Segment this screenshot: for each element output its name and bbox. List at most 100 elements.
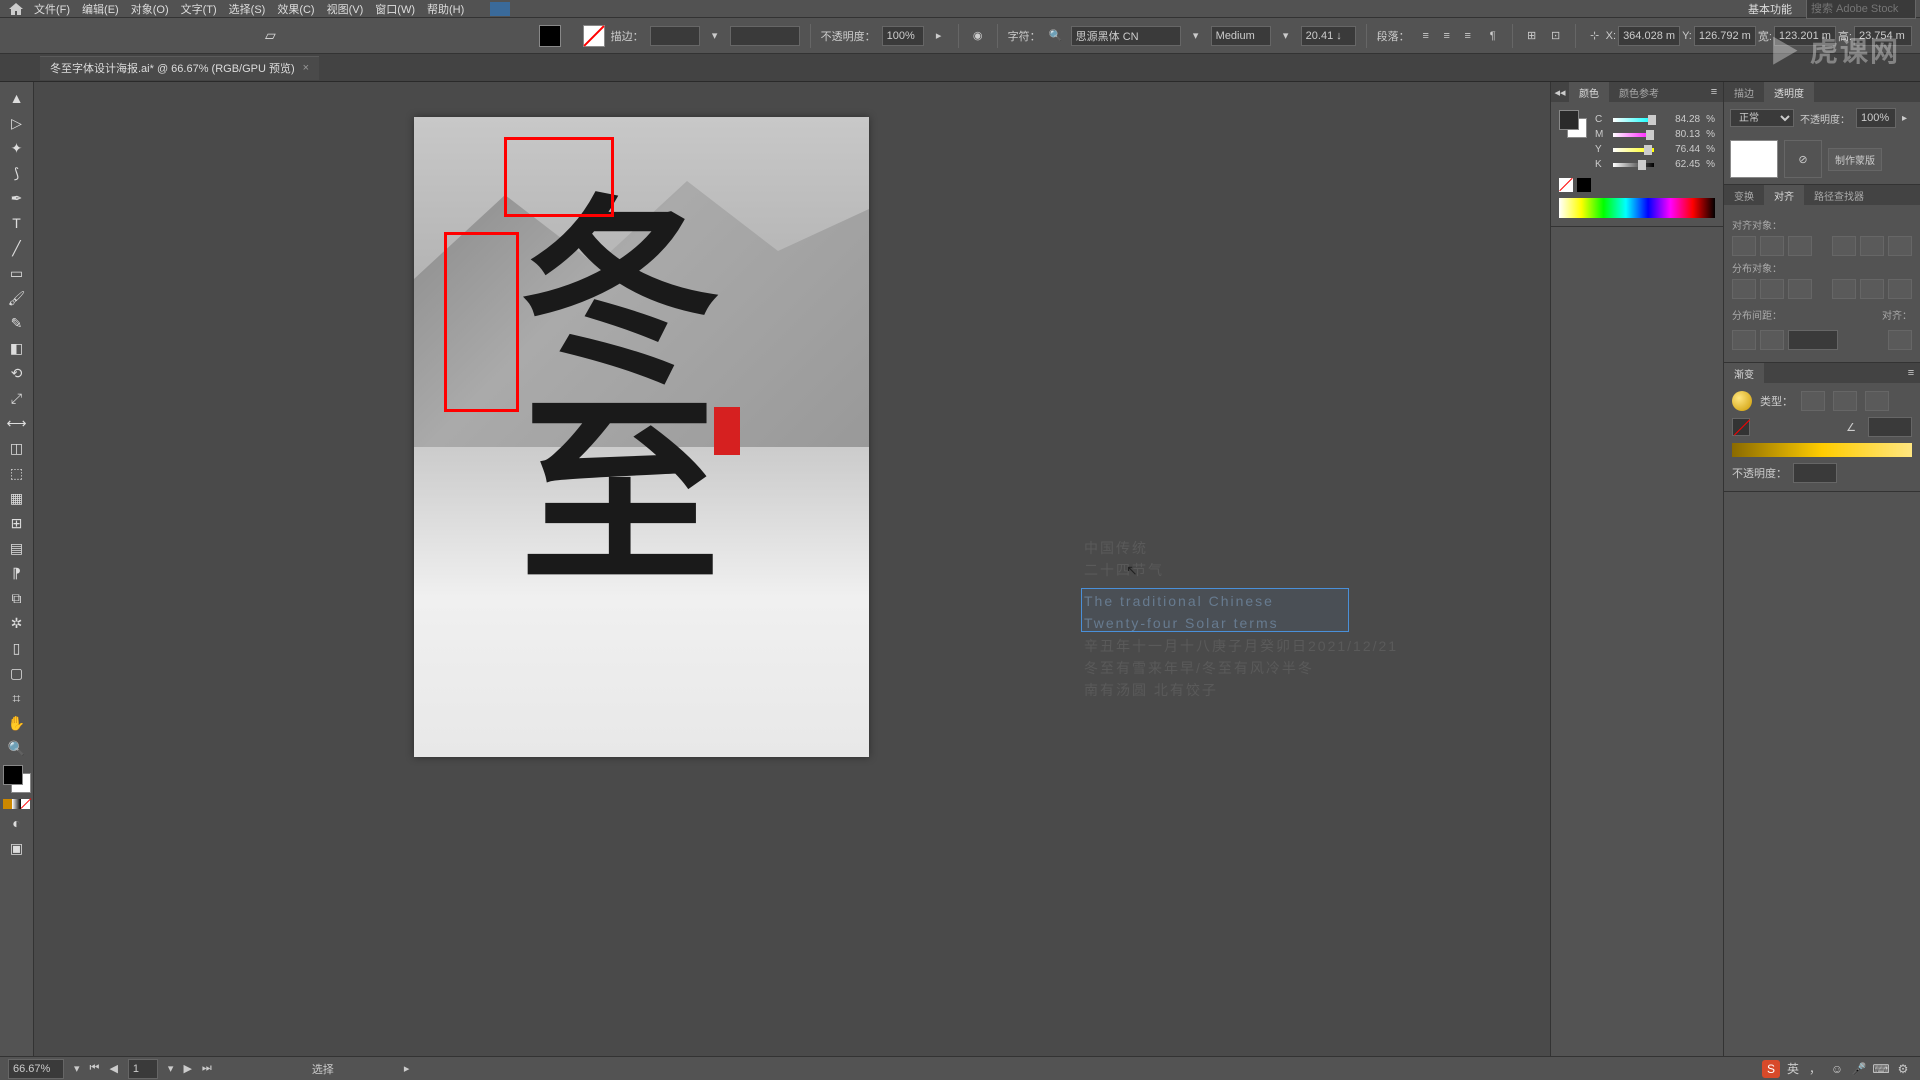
ime-mic-icon[interactable]: 🎤 [1850, 1060, 1868, 1078]
close-tab-icon[interactable]: × [303, 62, 309, 74]
dist-bottom[interactable] [1788, 279, 1812, 299]
canvas[interactable]: 冬至 中国传统 二十四节气 The traditional Chinese Tw… [34, 82, 1550, 1056]
ime-settings-icon[interactable]: ⚙ [1894, 1060, 1912, 1078]
artboard-tool[interactable]: ▢ [2, 661, 32, 685]
perspective-grid-tool[interactable]: ▦ [2, 486, 32, 510]
align-to-selection[interactable] [1888, 330, 1912, 350]
magenta-slider[interactable]: M 80.13% [1595, 129, 1715, 140]
transparency-tab[interactable]: 透明度 [1764, 82, 1814, 102]
recolor-icon[interactable]: ◉ [969, 27, 987, 45]
hand-tool[interactable]: ✋ [2, 711, 32, 735]
spacing-input[interactable] [1788, 330, 1838, 350]
column-graph-tool[interactable]: ▯ [2, 636, 32, 660]
reference-point-icon[interactable]: ⊹ [1586, 27, 1604, 45]
trans-opacity-input[interactable] [1856, 108, 1896, 128]
gradient-tab[interactable]: 渐变 [1724, 363, 1764, 383]
ime-lang-icon[interactable]: 英 [1784, 1060, 1802, 1078]
radial-gradient-icon[interactable] [1833, 391, 1857, 411]
artboard[interactable]: 冬至 [414, 117, 869, 757]
blend-tool[interactable]: ⧉ [2, 586, 32, 610]
y-input[interactable] [1694, 26, 1756, 46]
align-right-icon[interactable]: ≡ [1458, 26, 1478, 46]
align-right-obj[interactable] [1788, 236, 1812, 256]
menu-window[interactable]: 窗口(W) [369, 1, 421, 17]
screen-mode-icon[interactable]: ▣ [2, 836, 32, 860]
ime-emoji-icon[interactable]: ☺ [1828, 1060, 1846, 1078]
menu-select[interactable]: 选择(S) [223, 1, 272, 17]
font-weight-input[interactable] [1211, 26, 1271, 46]
none-swatch[interactable] [1559, 178, 1573, 192]
color-spectrum[interactable] [1559, 198, 1715, 218]
menu-file[interactable]: 文件(F) [28, 1, 76, 17]
ime-punct-icon[interactable]: ， [1806, 1060, 1824, 1078]
align-center-icon[interactable]: ≡ [1437, 26, 1457, 46]
artboard-nav-input[interactable] [128, 1059, 158, 1079]
align-vcenter-obj[interactable] [1860, 236, 1884, 256]
opacity-dropdown[interactable]: ▸ [930, 27, 948, 45]
slice-tool[interactable]: ⌗ [2, 686, 32, 710]
menu-effect[interactable]: 效果(C) [271, 1, 320, 17]
align-panel-icon[interactable]: ⊞ [1523, 27, 1541, 45]
fill-swatch[interactable] [539, 25, 561, 47]
menu-object[interactable]: 对象(O) [125, 1, 175, 17]
nav-first-icon[interactable]: ⏮ [90, 1062, 100, 1075]
dist-right[interactable] [1888, 279, 1912, 299]
symbol-sprayer-tool[interactable]: ✲ [2, 611, 32, 635]
gradient-stroke-icon[interactable] [1732, 418, 1750, 436]
shape-builder-tool[interactable]: ⬚ [2, 461, 32, 485]
nav-last-icon[interactable]: ⏭ [202, 1062, 212, 1075]
yellow-slider[interactable]: Y 76.44% [1595, 144, 1715, 155]
home-icon[interactable] [4, 2, 28, 16]
color-guide-tab[interactable]: 颜色参考 [1609, 82, 1669, 102]
paintbrush-tool[interactable]: 🖌 [2, 286, 32, 310]
align-left-obj[interactable] [1732, 236, 1756, 256]
bridge-icon[interactable] [490, 2, 510, 16]
magic-wand-tool[interactable]: ✦ [2, 136, 32, 160]
panel-collapse-icon[interactable]: ◂◂ [1551, 83, 1569, 101]
color-tab[interactable]: 颜色 [1569, 82, 1609, 102]
linear-gradient-icon[interactable] [1801, 391, 1825, 411]
freeform-gradient-icon[interactable] [1865, 391, 1889, 411]
transparency-thumb[interactable] [1730, 140, 1778, 178]
dist-left[interactable] [1832, 279, 1856, 299]
x-input[interactable] [1618, 26, 1680, 46]
status-play-icon[interactable]: ▸ [404, 1062, 410, 1075]
scale-tool[interactable]: ⤢ [2, 386, 32, 410]
paragraph-panel-icon[interactable]: ¶ [1484, 27, 1502, 45]
black-slider[interactable]: K 62.45% [1595, 159, 1715, 170]
blend-mode-select[interactable]: 正常 [1730, 109, 1794, 127]
nav-next-icon[interactable]: ▶ [183, 1062, 191, 1075]
fill-stroke-indicator[interactable] [3, 765, 31, 793]
width-tool[interactable]: ⟷ [2, 411, 32, 435]
transform-tab[interactable]: 变换 [1724, 185, 1764, 205]
zoom-tool[interactable]: 🔍 [2, 736, 32, 760]
gradient-angle-input[interactable] [1868, 417, 1912, 437]
align-tab[interactable]: 对齐 [1764, 185, 1804, 205]
gradient-strip[interactable] [1732, 443, 1912, 457]
cyan-slider[interactable]: C 84.28% [1595, 114, 1715, 125]
dist-vcenter[interactable] [1760, 279, 1784, 299]
menu-view[interactable]: 视图(V) [321, 1, 370, 17]
menu-help[interactable]: 帮助(H) [421, 1, 470, 17]
menu-edit[interactable]: 编辑(E) [76, 1, 125, 17]
pathfinder-tab[interactable]: 路径查找器 [1804, 185, 1874, 205]
text-line-1[interactable]: 中国传统 [1084, 537, 1398, 559]
eyedropper-tool[interactable]: ⁋ [2, 561, 32, 585]
mask-thumb[interactable]: ⊘ [1784, 140, 1822, 178]
dist-hspace[interactable] [1760, 330, 1784, 350]
rotate-tool[interactable]: ⟲ [2, 361, 32, 385]
stroke-swatch[interactable] [583, 25, 605, 47]
selection-tool[interactable]: ▲ [2, 86, 32, 110]
stroke-tab[interactable]: 描边 [1724, 82, 1764, 102]
grad-opacity-input[interactable] [1793, 463, 1837, 483]
align-left-icon[interactable]: ≡ [1416, 26, 1436, 46]
weight-dropdown[interactable]: ▾ [1277, 27, 1295, 45]
align-top-obj[interactable] [1832, 236, 1856, 256]
line-tool[interactable]: ╱ [2, 236, 32, 260]
stroke-profile-dropdown[interactable]: ▾ [706, 27, 724, 45]
ime-sogou-icon[interactable]: S [1762, 1060, 1780, 1078]
document-tab[interactable]: 冬至字体设计海报.ai* @ 66.67% (RGB/GPU 预览) × [40, 56, 319, 80]
eraser-tool[interactable]: ◧ [2, 336, 32, 360]
mesh-tool[interactable]: ⊞ [2, 511, 32, 535]
type-tool[interactable]: T [2, 211, 32, 235]
